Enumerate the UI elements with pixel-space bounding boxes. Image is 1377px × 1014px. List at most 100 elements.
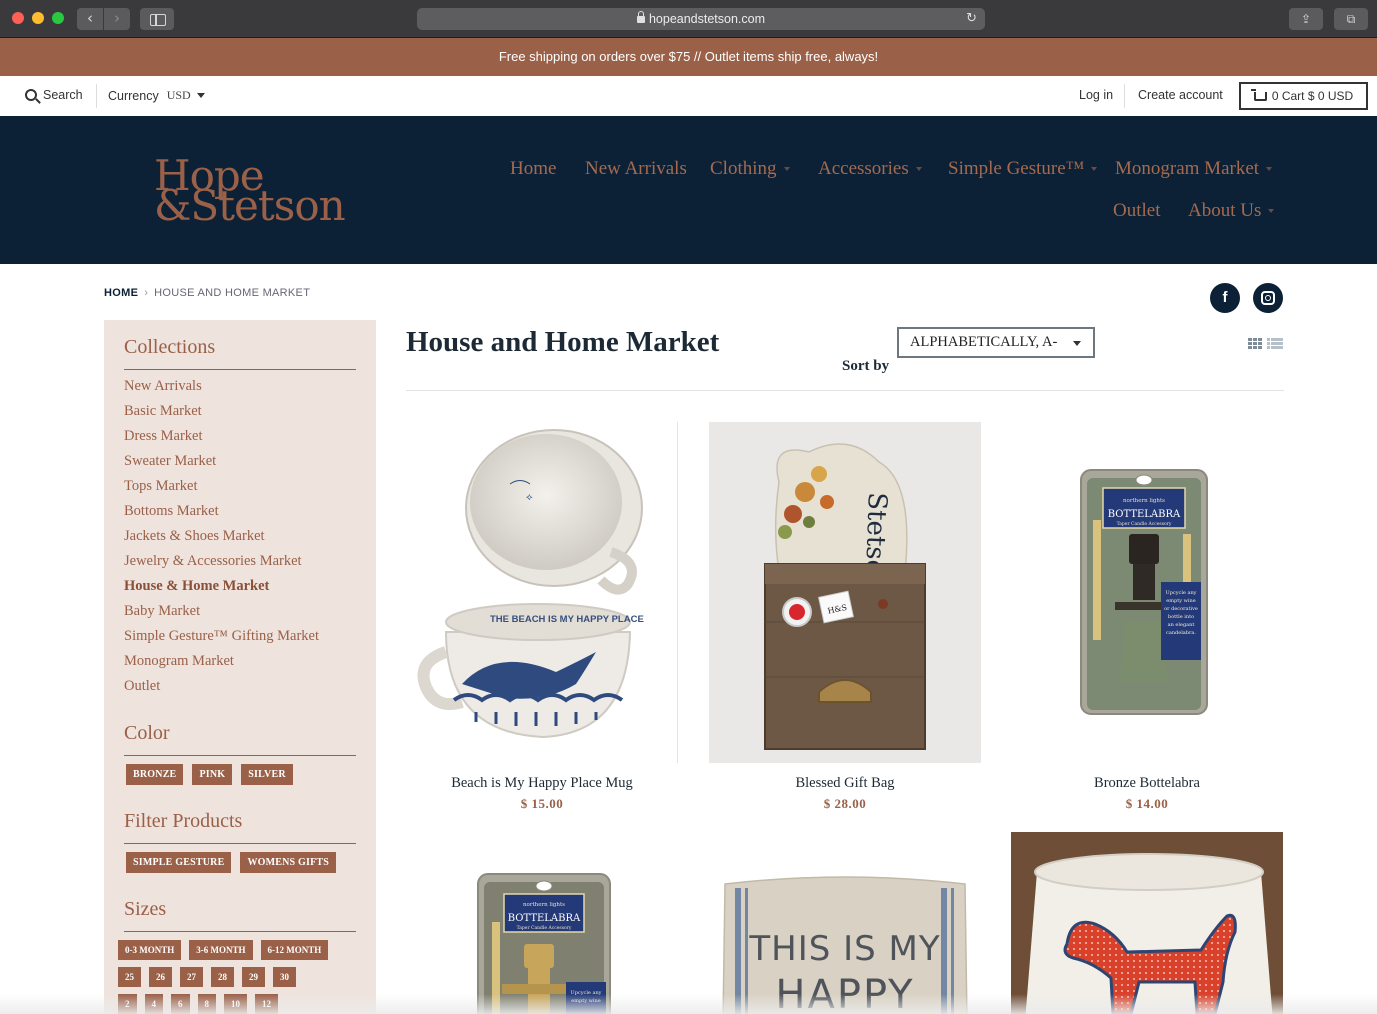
- back-button[interactable]: ‹: [77, 8, 103, 30]
- collection-link[interactable]: Bottoms Market: [124, 503, 319, 528]
- browser-toolbar: ‹ › hopeandstetson.com ↻ ⇪ ⧉: [0, 0, 1377, 38]
- collections-list: New Arrivals Basic Market Dress Market S…: [124, 378, 319, 703]
- url-text: hopeandstetson.com: [648, 12, 766, 26]
- brand-sub-text: Taper Candle Accessory: [1117, 521, 1172, 527]
- product-name[interactable]: Bronze Bottelabra: [1011, 775, 1283, 792]
- collection-link[interactable]: Monogram Market: [124, 653, 319, 678]
- product-image-gold-bottelabra[interactable]: northern lights BOTTELABRA Taper Candle …: [406, 832, 678, 1014]
- minimize-window-button[interactable]: [32, 12, 44, 24]
- product-image-pillow[interactable]: THIS IS MY HAPPY: [709, 832, 981, 1014]
- brand-sub-text: Taper Candle Accessory: [517, 925, 572, 931]
- collection-link[interactable]: New Arrivals: [124, 378, 319, 403]
- breadcrumb-home[interactable]: HOME: [104, 287, 138, 299]
- size-tag[interactable]: 29: [242, 967, 265, 987]
- size-tag[interactable]: 6-12 MONTH: [260, 940, 329, 960]
- forward-button[interactable]: ›: [104, 8, 130, 30]
- product-name[interactable]: Beach is My Happy Place Mug: [406, 775, 678, 792]
- breadcrumb-current: HOUSE AND HOME MARKET: [154, 287, 311, 299]
- size-tag[interactable]: 30: [273, 967, 296, 987]
- cart-button[interactable]: 0 Cart $ 0 USD: [1239, 82, 1368, 110]
- caret-down-icon: [1268, 209, 1275, 213]
- list-view-icon[interactable]: [1267, 338, 1283, 350]
- nav-home[interactable]: Home: [510, 158, 556, 180]
- collection-link[interactable]: Jewelry & Accessories Market: [124, 553, 319, 578]
- size-tag[interactable]: 28: [211, 967, 234, 987]
- size-tag[interactable]: 25: [118, 967, 141, 987]
- site-logo[interactable]: Hope &Stetson: [150, 154, 380, 230]
- tab-overview-button[interactable]: ⧉: [1334, 8, 1368, 30]
- search-icon: [25, 89, 37, 101]
- cart-icon: [1250, 88, 1267, 101]
- divider: [96, 84, 97, 108]
- search-link[interactable]: Search: [25, 88, 83, 102]
- color-tag-silver[interactable]: SILVER: [241, 764, 293, 785]
- sort-value: ALPHABETICALLY, A-: [910, 334, 1058, 350]
- pack-note-5: an elegant: [1168, 622, 1195, 628]
- reload-icon[interactable]: ↻: [966, 8, 977, 30]
- filter-tag-simple-gesture[interactable]: SIMPLE GESTURE: [126, 852, 232, 873]
- size-tags-row-2: 25 26 27 28 29 30: [118, 967, 296, 987]
- nav-outlet-label: Outlet: [1113, 200, 1161, 221]
- size-tag[interactable]: 27: [180, 967, 203, 987]
- pack-note-4: bottle into: [1168, 614, 1194, 620]
- nav-clothing[interactable]: Clothing: [710, 158, 790, 180]
- collection-link[interactable]: Dress Market: [124, 428, 319, 453]
- size-tag[interactable]: 26: [149, 967, 172, 987]
- product-image-gift-bag[interactable]: Stetson pe H&S: [709, 422, 981, 763]
- login-link[interactable]: Log in: [1079, 88, 1113, 102]
- product-image-bottelabra[interactable]: northern lights BOTTELABRA Taper Candle …: [1011, 422, 1283, 763]
- product-name[interactable]: Blessed Gift Bag: [709, 775, 981, 792]
- size-tag[interactable]: 3-6 MONTH: [189, 940, 253, 960]
- product-image-dog-cup[interactable]: [1011, 832, 1283, 1014]
- sort-select[interactable]: ALPHABETICALLY, A-: [897, 327, 1095, 358]
- facebook-icon[interactable]: f: [1210, 283, 1240, 313]
- currency-selector[interactable]: Currency USD: [108, 88, 205, 103]
- collection-link-active[interactable]: House & Home Market: [124, 578, 319, 603]
- sort-label: Sort by: [842, 358, 890, 374]
- instagram-icon[interactable]: [1253, 283, 1283, 313]
- nav-accessories[interactable]: Accessories: [818, 158, 922, 180]
- sidebar-toggle-button[interactable]: [140, 8, 174, 30]
- window-bottom-edge: [0, 994, 1377, 1014]
- size-tag[interactable]: 0-3 MONTH: [118, 940, 182, 960]
- nav-simple-gesture[interactable]: Simple Gesture™: [948, 158, 1098, 180]
- nav-new-arrivals[interactable]: New Arrivals: [585, 158, 687, 180]
- create-account-link[interactable]: Create account: [1138, 88, 1223, 102]
- collection-link[interactable]: Basic Market: [124, 403, 319, 428]
- nav-accessories-label: Accessories: [818, 158, 909, 179]
- search-label: Search: [43, 88, 83, 102]
- collection-link[interactable]: Outlet: [124, 678, 319, 703]
- caret-down-icon: [1091, 167, 1098, 171]
- divider: [1124, 84, 1125, 108]
- grid-view-icon[interactable]: [1248, 338, 1263, 350]
- zoom-window-button[interactable]: [52, 12, 64, 24]
- close-window-button[interactable]: [12, 12, 24, 24]
- filter-tags: SIMPLE GESTURE WOMENS GIFTS: [126, 852, 337, 873]
- product-price: $ 28.00: [823, 796, 867, 811]
- brand-name-text: BOTTELABRA: [1108, 509, 1181, 520]
- nav-outlet[interactable]: Outlet: [1113, 200, 1161, 222]
- color-heading: Color: [124, 722, 356, 756]
- currency-label: Currency: [108, 88, 159, 103]
- filter-tag-womens-gifts[interactable]: WOMENS GIFTS: [240, 852, 337, 873]
- collection-link[interactable]: Jackets & Shoes Market: [124, 528, 319, 553]
- caret-down-icon: [915, 167, 922, 171]
- nav-about-us[interactable]: About Us: [1188, 200, 1275, 222]
- product-image-mug[interactable]: ⟡ THE BEACH IS MY HAPPY PLACE: [406, 422, 678, 763]
- collection-link[interactable]: Simple Gesture™ Gifting Market: [124, 628, 319, 653]
- collection-link[interactable]: Tops Market: [124, 478, 319, 503]
- breadcrumb-separator: ›: [144, 287, 149, 299]
- tabs-icon: ⧉: [1346, 12, 1356, 26]
- address-bar[interactable]: hopeandstetson.com ↻: [417, 8, 985, 30]
- pack-note-1: Upcycle any: [1165, 590, 1196, 596]
- page-title: House and Home Market: [406, 326, 720, 358]
- nav-monogram-market[interactable]: Monogram Market: [1115, 158, 1273, 180]
- color-tag-bronze[interactable]: BRONZE: [126, 764, 184, 785]
- collection-link[interactable]: Sweater Market: [124, 453, 319, 478]
- color-tags: BRONZE PINK SILVER: [126, 764, 293, 785]
- share-button[interactable]: ⇪: [1289, 8, 1323, 30]
- color-tag-pink[interactable]: PINK: [192, 764, 233, 785]
- collection-link[interactable]: Baby Market: [124, 603, 319, 628]
- currency-select[interactable]: USD: [167, 88, 205, 103]
- nav-simple-gesture-label: Simple Gesture™: [948, 158, 1085, 179]
